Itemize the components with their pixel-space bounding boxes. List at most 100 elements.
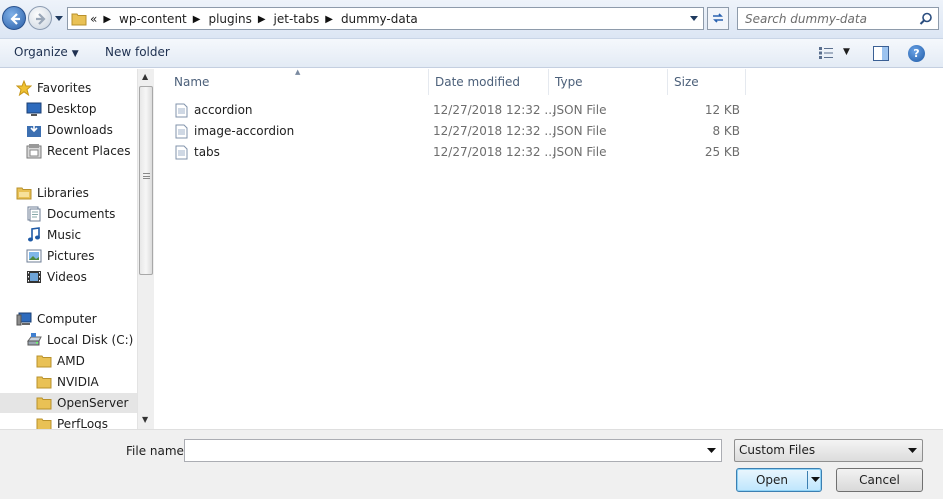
- computer-icon: [16, 311, 32, 327]
- arrow-left-icon: [10, 13, 20, 25]
- file-type-filter[interactable]: Custom Files: [734, 439, 923, 462]
- nav-folder-openserver[interactable]: OpenServer: [0, 393, 137, 413]
- crumb-dummy-data[interactable]: dummy-data: [341, 12, 418, 26]
- change-view-icon[interactable]: [818, 46, 834, 60]
- chevron-down-icon[interactable]: [707, 448, 716, 454]
- nav-pictures[interactable]: Pictures: [26, 246, 95, 266]
- nav-documents[interactable]: Documents: [26, 204, 115, 224]
- nav-label: Downloads: [47, 123, 113, 137]
- file-row[interactable]: accordion 12/27/2018 12:32 ... JSON File…: [171, 100, 751, 121]
- pictures-icon: [26, 248, 42, 264]
- desktop-icon: [26, 101, 42, 117]
- file-type-filter-value: Custom Files: [739, 443, 816, 457]
- nav-local-disk[interactable]: Local Disk (C:): [26, 330, 133, 350]
- navigation-pane: Favorites Desktop Downloads Recent Place…: [0, 69, 137, 429]
- search-icon[interactable]: [919, 12, 933, 26]
- file-name-combobox[interactable]: [184, 439, 722, 462]
- path-overflow-marker[interactable]: «: [90, 12, 97, 26]
- nav-folder-nvidia[interactable]: NVIDIA: [36, 372, 99, 392]
- chevron-down-icon: [908, 448, 917, 453]
- nav-computer[interactable]: Computer: [16, 309, 97, 329]
- nav-label: Documents: [47, 207, 116, 221]
- chevron-down-icon[interactable]: ▼: [843, 47, 850, 57]
- nav-libraries[interactable]: Libraries: [16, 183, 89, 203]
- nav-label: Recent Places: [47, 144, 131, 158]
- arrow-right-icon: [36, 13, 46, 25]
- scroll-up-icon[interactable]: ▲: [142, 72, 148, 81]
- nav-label: NVIDIA: [57, 375, 99, 389]
- file-date: 12/27/2018 12:32 ...: [433, 124, 556, 138]
- chevron-right-icon[interactable]: ▶: [258, 14, 266, 25]
- folder-icon: [36, 395, 52, 411]
- chevron-down-icon: ▼: [71, 49, 79, 59]
- chevron-down-icon[interactable]: [689, 15, 699, 23]
- folder-icon: [36, 416, 52, 429]
- column-header-date[interactable]: Date modified: [429, 69, 549, 95]
- star-icon: [15, 79, 33, 97]
- split-divider: [807, 471, 808, 489]
- refresh-button[interactable]: [707, 7, 729, 30]
- downloads-folder-icon: [26, 122, 42, 138]
- scrollbar-thumb[interactable]: [139, 86, 153, 275]
- nav-label: AMD: [57, 354, 85, 368]
- column-header-name[interactable]: Name: [168, 69, 429, 95]
- dialog-footer: File name: Custom Files Open Cancel: [0, 429, 943, 499]
- videos-icon: [26, 269, 42, 285]
- crumb-wp-content[interactable]: wp-content: [119, 12, 187, 26]
- file-date: 12/27/2018 12:32 ...: [433, 103, 556, 117]
- json-file-icon: [175, 103, 188, 118]
- navigation-scrollbar[interactable]: ▲ ▼: [137, 69, 154, 429]
- documents-icon: [26, 206, 42, 222]
- help-icon[interactable]: ?: [908, 45, 925, 62]
- file-name: accordion: [194, 103, 253, 117]
- search-box[interactable]: [737, 7, 939, 30]
- scroll-down-icon[interactable]: ▼: [142, 415, 148, 424]
- folder-icon: [71, 13, 87, 26]
- chevron-right-icon[interactable]: ▶: [193, 14, 201, 25]
- crumb-plugins[interactable]: plugins: [208, 12, 251, 26]
- file-name-field[interactable]: [185, 440, 695, 461]
- nav-recent-places[interactable]: Recent Places: [26, 141, 130, 161]
- nav-music[interactable]: Music: [26, 225, 81, 245]
- nav-folder-perflogs[interactable]: PerfLogs: [36, 414, 108, 429]
- chevron-down-icon[interactable]: [811, 477, 820, 483]
- folder-icon: [36, 374, 52, 390]
- new-folder-button[interactable]: New folder: [105, 45, 170, 59]
- forward-button[interactable]: [28, 6, 52, 30]
- file-size: 8 KB: [712, 124, 740, 138]
- file-row[interactable]: tabs 12/27/2018 12:32 ... JSON File 25 K…: [171, 142, 751, 163]
- nav-label: Videos: [47, 270, 87, 284]
- refresh-icon: [713, 13, 723, 23]
- folder-icon: [36, 353, 52, 369]
- preview-pane-icon[interactable]: [873, 46, 889, 61]
- cancel-button[interactable]: Cancel: [836, 468, 923, 492]
- nav-desktop[interactable]: Desktop: [26, 99, 97, 119]
- organize-button[interactable]: Organize ▼: [14, 45, 79, 59]
- cancel-button-label: Cancel: [859, 473, 900, 487]
- crumb-jet-tabs[interactable]: jet-tabs: [274, 12, 320, 26]
- libraries-icon: [16, 185, 32, 201]
- nav-favorites[interactable]: Favorites: [15, 78, 92, 98]
- nav-folder-amd[interactable]: AMD: [36, 351, 85, 371]
- chevron-right-icon[interactable]: ▶: [103, 14, 111, 25]
- column-header-type[interactable]: Type: [549, 69, 668, 95]
- column-header-size[interactable]: Size: [668, 69, 746, 95]
- file-size: 25 KB: [704, 145, 740, 159]
- nav-label: Favorites: [37, 81, 92, 95]
- hard-drive-icon: [26, 332, 42, 348]
- address-bar: « ▶ wp-content ▶ plugins ▶ jet-tabs ▶ du…: [0, 0, 943, 38]
- history-dropdown-icon[interactable]: [54, 14, 64, 24]
- open-button[interactable]: Open: [736, 468, 822, 492]
- nav-label: Music: [47, 228, 82, 242]
- chevron-right-icon[interactable]: ▶: [325, 14, 333, 25]
- nav-videos[interactable]: Videos: [26, 267, 87, 287]
- file-name-label: File name:: [126, 444, 188, 458]
- nav-label: Libraries: [37, 186, 89, 200]
- nav-downloads[interactable]: Downloads: [26, 120, 113, 140]
- search-input[interactable]: [738, 8, 914, 29]
- file-type: JSON File: [553, 103, 607, 117]
- file-row[interactable]: image-accordion 12/27/2018 12:32 ... JSO…: [171, 121, 751, 142]
- command-bar: Organize ▼ New folder ▼ ?: [0, 38, 943, 68]
- back-button[interactable]: [2, 6, 26, 30]
- address-path[interactable]: « ▶ wp-content ▶ plugins ▶ jet-tabs ▶ du…: [67, 7, 704, 30]
